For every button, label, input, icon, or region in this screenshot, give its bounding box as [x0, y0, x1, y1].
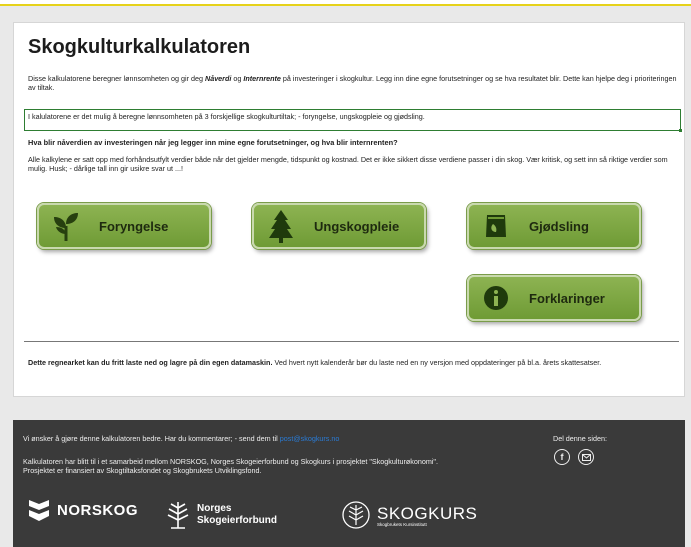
norskog-emblem-icon [29, 500, 49, 521]
email-link[interactable]: post@skogkurs.no [280, 434, 340, 443]
email-share-icon[interactable] [578, 449, 594, 465]
gjodsling-label: Gjødsling [529, 218, 589, 234]
tree-icon [264, 209, 298, 243]
gjodsling-button[interactable]: Gjødsling [467, 203, 641, 249]
divider [24, 341, 679, 342]
question-heading: Hva blir nåverdien av investeringen når … [28, 138, 398, 147]
info-box: I kalulatorene er det mulig å beregne lø… [24, 109, 682, 132]
assumptions-paragraph: Alle kalkylene er satt opp med forhåndsu… [28, 155, 668, 173]
skogkurs-logo[interactable]: SKOGKURS Skogbrukets Kursinstitutt [341, 500, 477, 530]
foryngelse-button[interactable]: Foryngelse [37, 203, 211, 249]
top-accent-line [0, 0, 691, 6]
intro-text: Disse kalkulatorene beregner lønnsomhete… [28, 74, 677, 92]
share-label: Del denne siden: [553, 434, 607, 443]
fertilizer-bag-icon [479, 209, 513, 243]
foryngelse-label: Foryngelse [99, 218, 169, 234]
naverdi-term: Nåverdi [205, 74, 232, 83]
skogkurs-emblem-icon [342, 501, 370, 529]
seedling-icon [49, 209, 83, 243]
feedback-text: Vi ønsker å gjøre denne kalkulatoren bed… [23, 434, 340, 443]
top-accent-bar [0, 4, 691, 6]
ungskogpleie-label: Ungskogpleie [314, 218, 400, 234]
footer: Vi ønsker å gjøre denne kalkulatoren bed… [13, 420, 685, 547]
norskog-logo[interactable]: NORSKOG [27, 498, 138, 522]
forklaringer-label: Forklaringer [529, 290, 605, 306]
collaboration-text: Kalkulatoren har blitt til i et samarbei… [23, 457, 438, 475]
ungskogpleie-button[interactable]: Ungskogpleie [252, 203, 426, 249]
internrente-term: Internrente [243, 74, 281, 83]
main-card: Skogkulturkalkulatoren Disse kalkulatore… [13, 22, 685, 397]
forest-emblem-icon [167, 502, 189, 529]
info-icon [479, 281, 513, 315]
page-title: Skogkulturkalkulatoren [28, 36, 251, 58]
download-note: Dette regnearket kan du fritt laste ned … [28, 358, 602, 367]
norges-skogeierforbund-logo[interactable]: Norges Skogeierforbund [165, 500, 277, 530]
forklaringer-button[interactable]: Forklaringer [467, 275, 641, 321]
social-links: f [554, 449, 594, 465]
facebook-icon[interactable]: f [554, 449, 570, 465]
